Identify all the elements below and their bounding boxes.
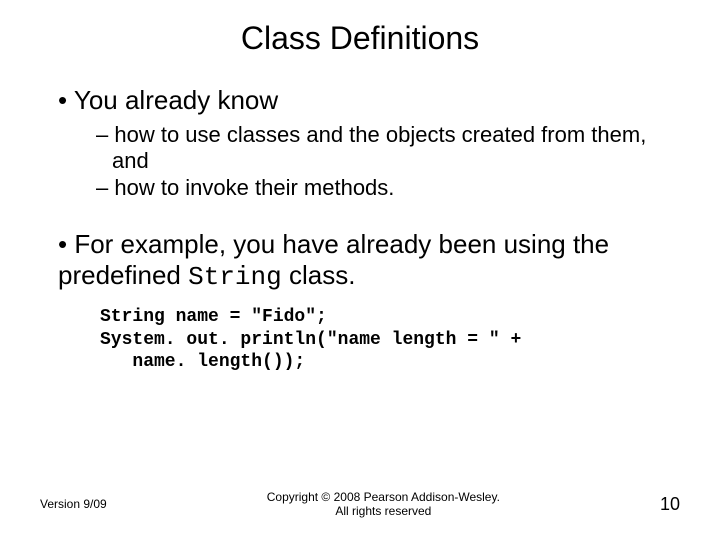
footer-version: Version 9/09 xyxy=(40,497,107,511)
bullet-text-post: class. xyxy=(282,260,356,290)
footer-copyright: Copyright © 2008 Pearson Addison-Wesley.… xyxy=(107,490,660,518)
sub-bullet-use-classes: how to use classes and the objects creat… xyxy=(96,122,680,175)
slide-title: Class Definitions xyxy=(40,20,680,57)
code-block: String name = "Fido"; System. out. print… xyxy=(100,306,680,374)
page-number: 10 xyxy=(660,494,680,515)
copyright-line1: Copyright © 2008 Pearson Addison-Wesley. xyxy=(107,490,660,504)
bullet-you-already-know: You already know xyxy=(58,85,680,116)
footer: Version 9/09 Copyright © 2008 Pearson Ad… xyxy=(40,490,680,518)
inline-code-string: String xyxy=(188,262,282,292)
copyright-line2: All rights reserved xyxy=(107,504,660,518)
bullet-for-example: For example, you have already been using… xyxy=(58,229,680,292)
sub-bullet-invoke-methods: how to invoke their methods. xyxy=(96,175,680,201)
